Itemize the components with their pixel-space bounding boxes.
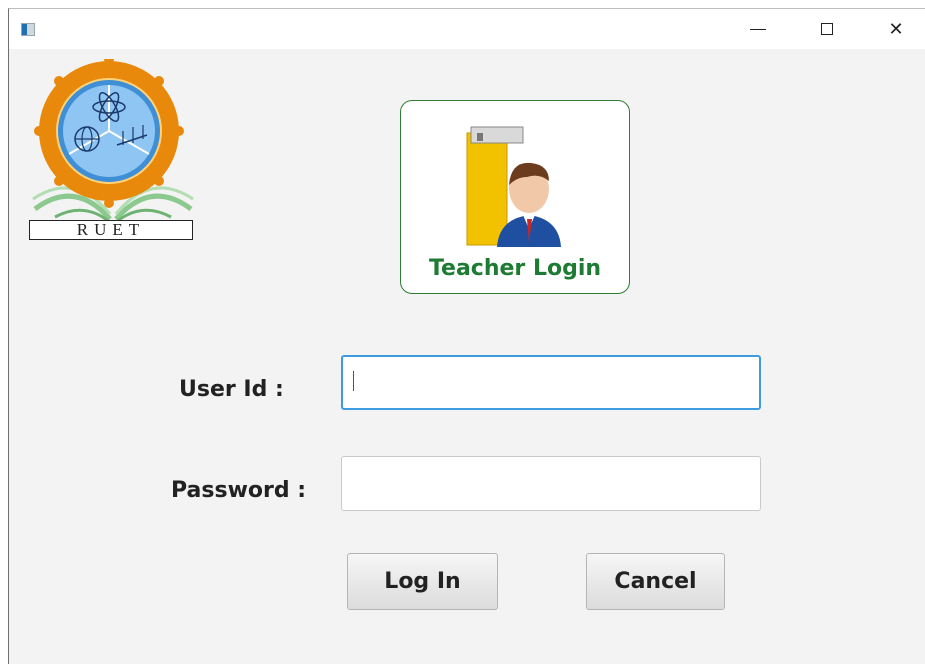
- password-input[interactable]: [341, 456, 761, 511]
- close-button[interactable]: ✕: [873, 9, 919, 49]
- password-label: Password :: [171, 478, 307, 503]
- user-id-label: User Id :: [179, 377, 284, 402]
- login-window: ✕ RUET Teacher Login User Id: Password …: [8, 8, 925, 664]
- maximize-button[interactable]: [804, 9, 850, 49]
- login-button[interactable]: Log In: [347, 553, 498, 610]
- maximize-icon: [821, 23, 833, 35]
- ruet-logo-text: RUET: [29, 220, 193, 240]
- teacher-login-label: Teacher Login: [428, 256, 602, 281]
- user-id-input[interactable]: [341, 355, 761, 410]
- text-caret: [353, 371, 354, 391]
- app-icon: [21, 23, 35, 36]
- title-bar[interactable]: ✕: [9, 9, 925, 49]
- teacher-login-card: Teacher Login: [400, 100, 630, 294]
- minimize-icon: [750, 28, 766, 30]
- close-icon: ✕: [888, 18, 904, 39]
- cancel-button[interactable]: Cancel: [586, 553, 725, 610]
- minimize-button[interactable]: [735, 9, 781, 49]
- teacher-folder-icon: [466, 126, 561, 247]
